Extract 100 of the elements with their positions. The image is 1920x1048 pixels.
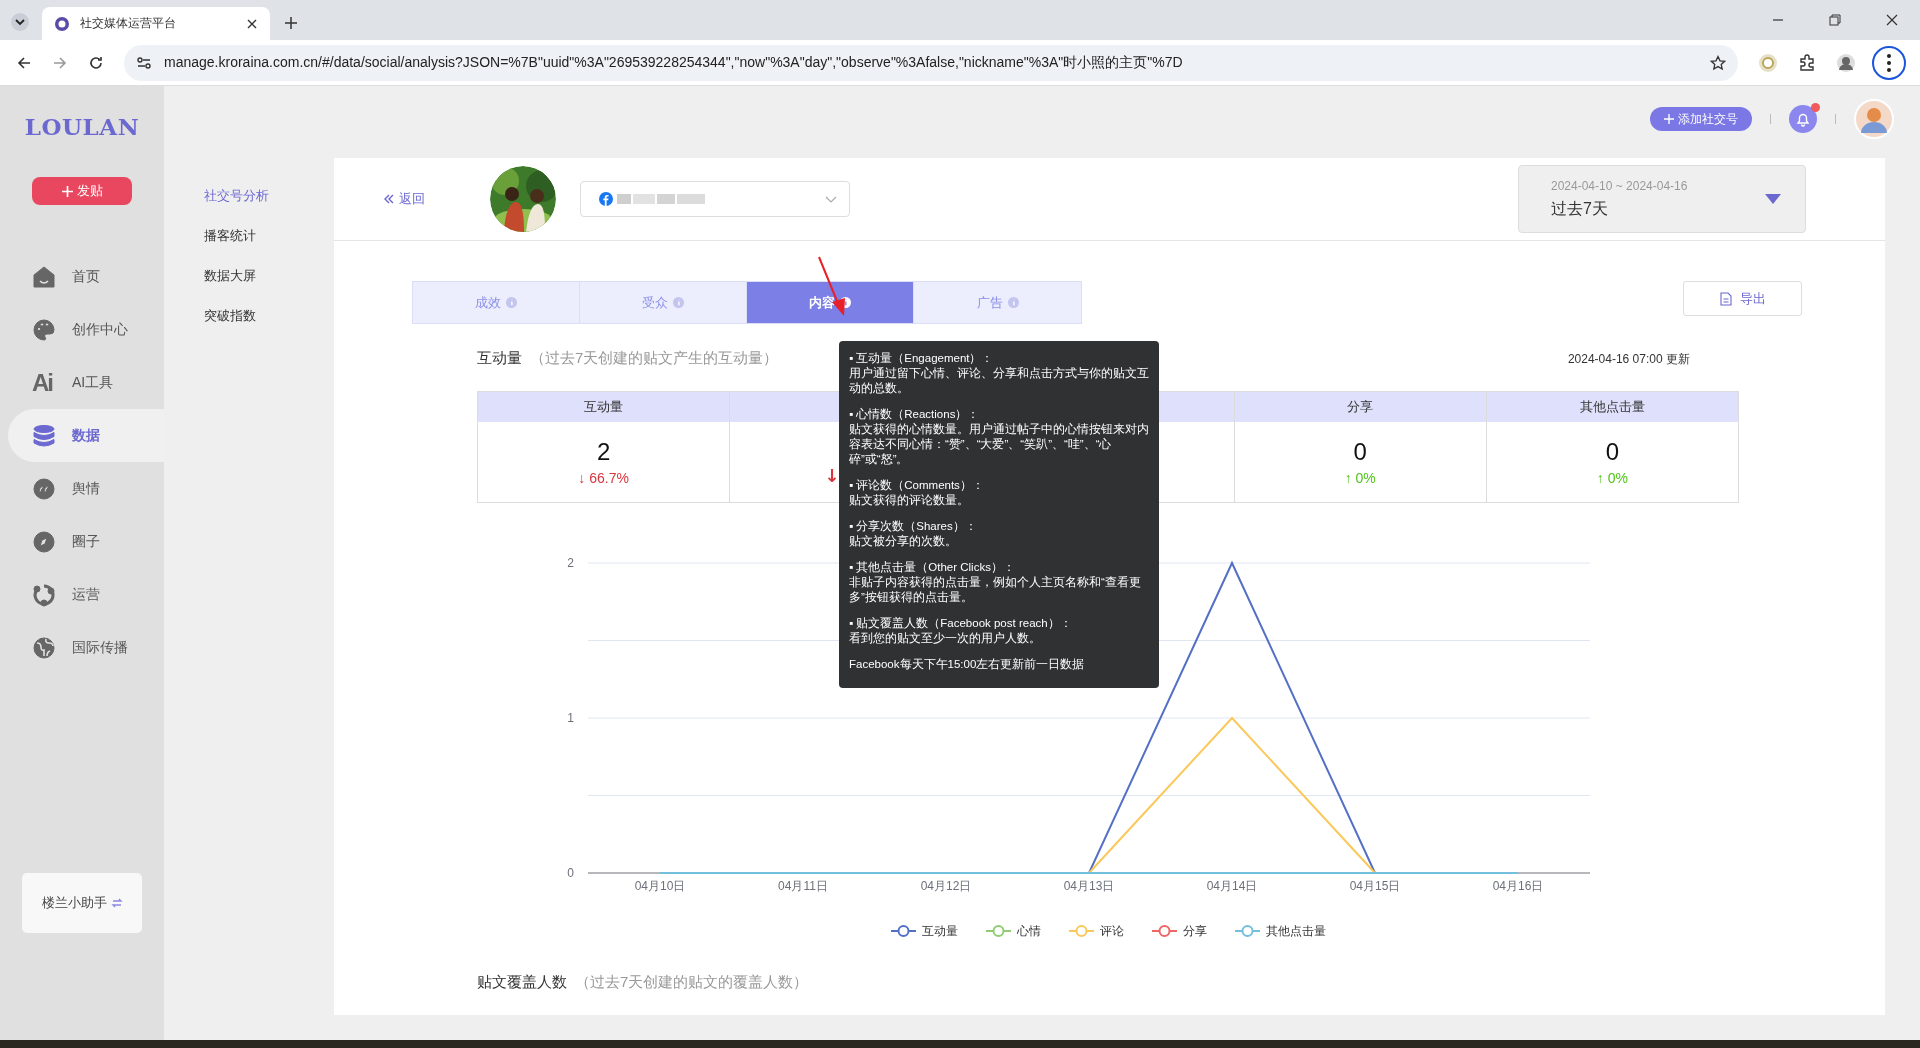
sidebar-item[interactable]: 数据 xyxy=(8,409,164,462)
legend-item[interactable]: 心情 xyxy=(985,922,1041,940)
info-icon xyxy=(1007,297,1019,308)
puzzle-icon[interactable] xyxy=(1798,53,1816,72)
compass-icon xyxy=(32,529,56,554)
stat-change: ↓ 66.7% xyxy=(578,470,629,486)
stat-change: ↑ 0% xyxy=(1596,470,1628,486)
period-label: 过去7天 xyxy=(1551,198,1609,219)
export-button[interactable]: 导出 xyxy=(1683,281,1802,316)
info-icon xyxy=(506,297,517,308)
tooltip-note: Facebook每天下午15:00左右更新前一日数据 xyxy=(849,657,1086,672)
date-range: 2024-04-10 ~ 2024-04-16 xyxy=(1551,178,1689,193)
tooltip-text: 贴文获得的评论数量。 xyxy=(849,493,970,508)
subnav-item[interactable]: 播客统计 xyxy=(204,227,334,246)
axis-label: 0 xyxy=(567,866,574,880)
plus-icon xyxy=(61,185,73,197)
back-icon[interactable] xyxy=(16,54,32,71)
tab-title: 社交媒体运营平台 xyxy=(80,15,177,32)
favicon-icon xyxy=(54,15,70,32)
new-tab-icon[interactable] xyxy=(284,16,298,30)
sidebar-item[interactable]: 国际传播 xyxy=(8,621,164,674)
sidebar-item[interactable]: 舆情 xyxy=(8,462,164,515)
subnav-item[interactable]: 数据大屏 xyxy=(204,267,334,286)
back-link[interactable]: 返回 xyxy=(383,190,425,208)
axis-label: 04月11日 xyxy=(778,879,828,893)
database-icon xyxy=(32,423,56,448)
axis-label: 2 xyxy=(567,556,574,570)
stat-change: ↑ 0% xyxy=(1344,470,1376,486)
stat-value: 0 xyxy=(1353,438,1367,466)
home-icon xyxy=(32,264,56,289)
forward-icon[interactable] xyxy=(52,54,68,71)
subnav-item[interactable]: 突破指数 xyxy=(204,307,334,326)
logo[interactable]: LOULAN xyxy=(0,86,164,160)
stat-value: 0 xyxy=(1605,438,1620,466)
info-icon xyxy=(673,297,684,308)
sidebar-item[interactable]: 首页 xyxy=(8,250,164,303)
tooltip-text: 贴文被分享的次数。 xyxy=(849,534,958,549)
sidebar-item[interactable]: 创作中心 xyxy=(8,303,164,356)
tooltip-text: 非贴子内容获得的点击量，例如个人主页名称和“查看更多”按钮获得的点击量。 xyxy=(849,575,1142,605)
stat-change: ↓ xyxy=(824,464,840,486)
add-account-button[interactable]: 添加社交号 xyxy=(1650,107,1752,131)
sidebar-item[interactable]: 运营 xyxy=(8,568,164,621)
column-header: 分享 xyxy=(1234,392,1486,422)
restore-icon[interactable] xyxy=(1829,14,1841,26)
tooltip-heading: ▪ 贴文覆盖人数（Facebook post reach）： xyxy=(849,616,1073,631)
swap-icon xyxy=(110,897,123,909)
legend-item[interactable]: 其他点击量 xyxy=(1234,922,1326,940)
legend-item[interactable]: 互动量 xyxy=(890,922,958,940)
tooltip-heading: ▪ 其他点击量（Other Clicks）： xyxy=(849,560,1016,575)
column-header: 其他点击量 xyxy=(1486,392,1738,422)
section-subtitle: （过去7天创建的贴文的覆盖人数） xyxy=(575,973,809,992)
bookmark-star-icon[interactable] xyxy=(1710,54,1726,71)
date-range-select[interactable]: 2024-04-10 ~ 2024-04-16 过去7天 xyxy=(1518,165,1806,233)
site-settings-icon[interactable] xyxy=(136,54,152,71)
tooltip-heading: ▪ 心情数（Reactions）： xyxy=(849,407,981,422)
url-text: manage.kroraina.com.cn/#/data/social/analysis?JSON=%7B"uuid"%3A"269539228254344","now"%3A"day","observe"%3Afalse,"nickname"%3A"时小照的主页"%7D xyxy=(164,53,1183,72)
notification-button[interactable] xyxy=(1789,105,1817,133)
update-time: 2024-04-16 07:00 更新 xyxy=(1567,351,1690,368)
axis-label: 04月10日 xyxy=(634,879,686,893)
legend-item[interactable]: 分享 xyxy=(1151,922,1207,940)
document-icon xyxy=(1719,291,1732,306)
axis-label: 1 xyxy=(567,711,574,725)
axis-label: 04月14日 xyxy=(1206,879,1258,893)
browser-tab[interactable]: 社交媒体运营平台 xyxy=(42,7,270,40)
user-avatar[interactable] xyxy=(1854,99,1894,139)
reload-icon[interactable] xyxy=(88,54,104,71)
axis-label: 04月16日 xyxy=(1492,879,1544,893)
double-chevron-icon xyxy=(383,193,395,205)
brand-icon xyxy=(599,192,613,206)
network-icon xyxy=(32,582,56,607)
ai-icon: Ai xyxy=(32,370,56,395)
menu-icon[interactable] xyxy=(1872,45,1906,80)
section-subtitle: （过去7天创建的贴文产生的互动量） xyxy=(530,349,779,368)
tooltip-text: 贴文获得的心情数量。用户通过帖子中的心情按钮来对内容表达不同心情：“赞”、“大爱”、“笑趴”、“哇”、“心碎”或“怒”。 xyxy=(849,422,1150,467)
plus-icon xyxy=(1664,114,1674,124)
axis-label: 04月15日 xyxy=(1349,879,1401,893)
address-field[interactable]: manage.kroraina.com.cn/#/data/social/analysis?JSON=%7B"uuid"%3A"269539228254344","now"%3A"day","observe"%3Afalse,"nickname"%3A"时小照的主页"%7D xyxy=(124,44,1738,81)
quote-icon xyxy=(32,476,56,501)
tab-search-icon[interactable] xyxy=(10,12,30,32)
sidebar-item[interactable]: Ai AI工具 xyxy=(8,356,164,409)
tab[interactable]: 内容 xyxy=(747,282,914,323)
tooltip-heading: ▪ 分享次数（Shares）： xyxy=(849,519,978,534)
axis-label: 04月12日 xyxy=(920,879,972,893)
subnav-item[interactable]: 社交号分析 xyxy=(204,187,334,206)
profile-icon[interactable] xyxy=(1836,52,1856,73)
tooltip-heading: ▪ 互动量（Engagement）： xyxy=(849,351,995,366)
palette-icon xyxy=(32,317,56,342)
sidebar-item[interactable]: 圈子 xyxy=(8,515,164,568)
stat-value: 2 xyxy=(596,438,611,466)
tooltip-heading: ▪ 评论数（Comments）： xyxy=(849,478,985,493)
close-icon[interactable] xyxy=(246,17,258,30)
bell-icon xyxy=(1795,111,1811,127)
tooltip-text: 看到您的贴文至少一次的用户人数。 xyxy=(849,631,1042,646)
section-title: 互动量 xyxy=(477,349,522,368)
tooltip-text: 用户通过留下心情、评论、分享和点击方式与你的贴文互动的总数。 xyxy=(849,366,1150,396)
assistant-button[interactable]: 楼兰小助手 xyxy=(22,873,142,933)
close-icon[interactable] xyxy=(1886,14,1898,26)
axis-label: 04月13日 xyxy=(1063,879,1115,893)
legend-item[interactable]: 评论 xyxy=(1068,922,1124,940)
post-button[interactable]: 发贴 xyxy=(32,177,132,205)
